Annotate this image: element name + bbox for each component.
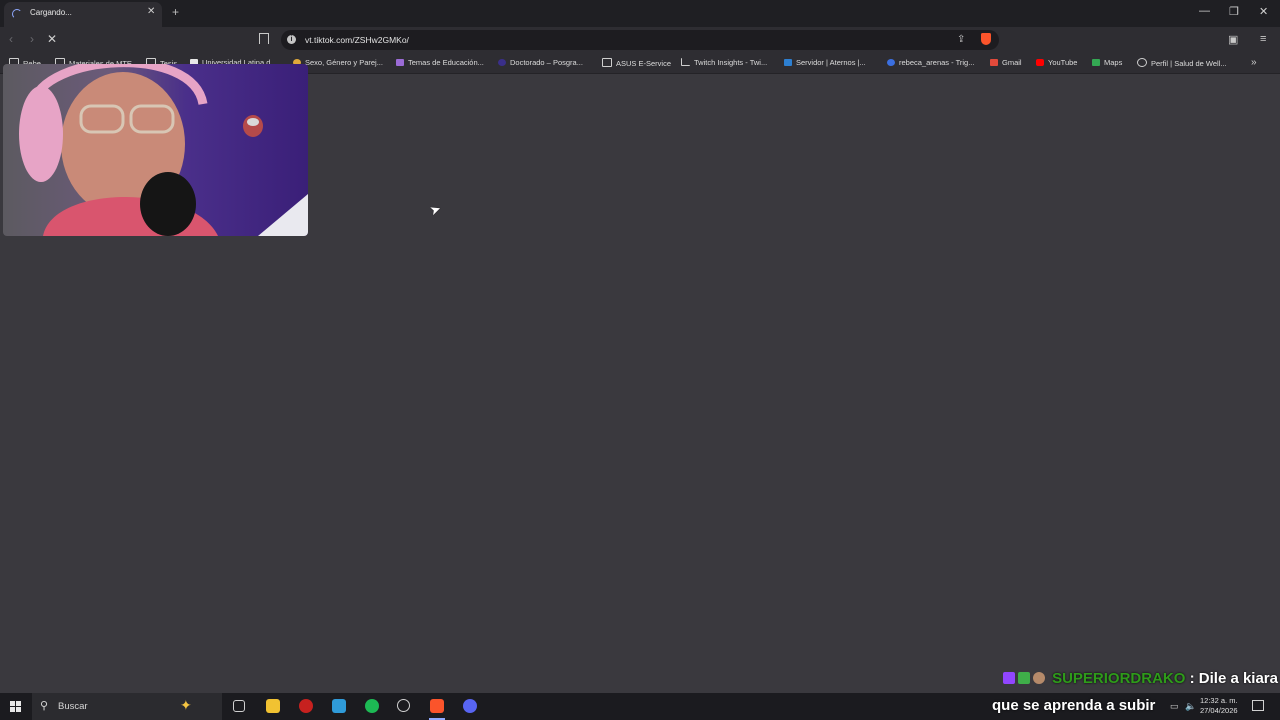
more-bookmarks-button[interactable]: » xyxy=(1251,57,1257,68)
site-icon xyxy=(784,59,792,66)
chart-icon xyxy=(681,58,690,66)
game-badge-icon xyxy=(1017,672,1030,684)
windows-start-icon[interactable] xyxy=(10,701,21,712)
obs-icon[interactable] xyxy=(397,699,410,712)
system-clock[interactable]: 12:32 a. m. 27/04/2026 xyxy=(1200,696,1238,716)
network-icon[interactable]: ▭ xyxy=(1170,701,1179,712)
youtube-icon xyxy=(1036,59,1044,66)
spotify-icon[interactable] xyxy=(365,699,379,713)
chat-message-line2: que se aprenda a subir xyxy=(992,697,1156,714)
bookmark-item[interactable]: Maps xyxy=(1092,58,1122,67)
restore-button[interactable]: ❐ xyxy=(1229,5,1239,18)
bookmark-item[interactable]: ASUS E-Service xyxy=(602,58,671,68)
bookmark-page-icon[interactable] xyxy=(259,33,269,44)
site-info-icon[interactable]: i xyxy=(287,35,296,44)
twitch-badge-icon xyxy=(1002,672,1015,684)
volume-icon[interactable]: 🔈 xyxy=(1185,701,1196,712)
brave-shields-icon[interactable] xyxy=(981,33,991,45)
bookmark-item[interactable]: Gmail xyxy=(990,58,1022,67)
discord-icon[interactable] xyxy=(463,699,477,713)
gmail-icon xyxy=(990,59,998,66)
minimize-button[interactable]: — xyxy=(1199,5,1210,17)
notifications-icon[interactable] xyxy=(1252,700,1264,711)
bookmark-item[interactable]: Servidor | Aternos |... xyxy=(784,58,866,67)
bookmark-item[interactable]: Temas de Educación... xyxy=(396,58,484,67)
bookmark-item[interactable]: YouTube xyxy=(1036,58,1077,67)
bookmark-item[interactable]: rebeca_arenas - Trig... xyxy=(887,58,974,67)
site-icon xyxy=(887,59,895,66)
bookmark-item[interactable]: Perfil | Salud de Well... xyxy=(1137,58,1227,68)
app-red-icon[interactable] xyxy=(299,699,313,713)
webcam-overlay xyxy=(3,64,308,236)
search-icon: ⚲ xyxy=(40,700,49,712)
maps-icon xyxy=(1092,59,1100,66)
avatar-badge-icon xyxy=(1032,672,1045,684)
site-icon xyxy=(498,59,506,66)
window-close-button[interactable]: ✕ xyxy=(1259,5,1268,18)
chat-message: SUPERIORDRAKO : Dile a kiara xyxy=(1002,670,1278,687)
chat-text: : Dile a kiara xyxy=(1189,670,1278,687)
menu-icon[interactable]: ≡ xyxy=(1260,33,1266,45)
browser-toolbar: ‹ › ✕ i vt.tiktok.com/ZSHw2GMKo/ ⇪ ▣ ≡ xyxy=(0,27,1280,53)
folder-icon xyxy=(602,58,612,67)
sparkle-icon: ✦ xyxy=(180,697,192,713)
new-tab-button[interactable]: + xyxy=(172,5,179,19)
tab-strip: Cargando... ✕ + — ❐ ✕ xyxy=(0,0,1280,27)
bookmark-item[interactable]: Doctorado – Posgra... xyxy=(498,58,583,67)
tab-title: Cargando... xyxy=(30,8,72,17)
brave-icon[interactable] xyxy=(430,699,444,713)
globe-icon xyxy=(1137,58,1147,67)
site-icon xyxy=(396,59,404,66)
webcam-image xyxy=(19,64,308,236)
address-bar[interactable]: i vt.tiktok.com/ZSHw2GMKo/ ⇪ xyxy=(281,30,999,50)
share-icon[interactable]: ⇪ xyxy=(957,34,965,45)
active-tab[interactable]: Cargando... ✕ xyxy=(4,2,162,27)
sidebar-toggle-icon[interactable]: ▣ xyxy=(1228,33,1238,46)
tab-close-icon[interactable]: ✕ xyxy=(147,6,155,17)
stop-loading-button[interactable]: ✕ xyxy=(47,32,57,46)
back-button[interactable]: ‹ xyxy=(9,32,13,46)
search-placeholder: Buscar xyxy=(58,701,88,712)
file-explorer-icon[interactable] xyxy=(266,699,280,713)
bookmark-item[interactable]: Twitch Insights - Twi... xyxy=(681,58,767,67)
loading-spinner-icon xyxy=(12,9,22,19)
url-text[interactable]: vt.tiktok.com/ZSHw2GMKo/ xyxy=(305,35,409,45)
chat-username: SUPERIORDRAKO xyxy=(1052,670,1186,687)
taskbar-search[interactable]: ⚲ Buscar ✦ xyxy=(32,693,222,720)
app-blue-icon[interactable] xyxy=(332,699,346,713)
task-view-icon[interactable] xyxy=(233,700,245,712)
forward-button[interactable]: › xyxy=(30,32,34,46)
